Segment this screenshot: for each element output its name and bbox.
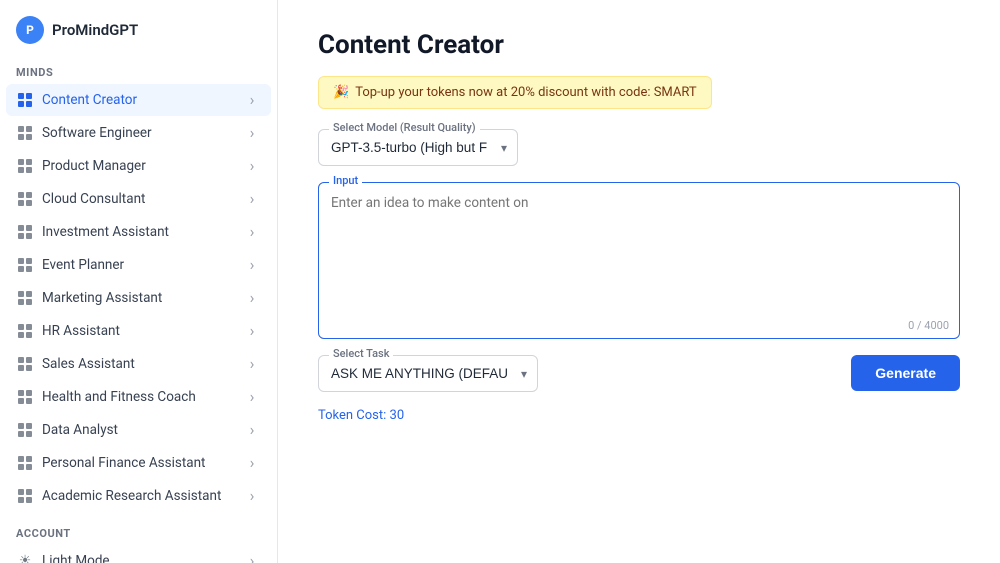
model-select-group: Select Model (Result Quality) GPT-3.5-tu… bbox=[318, 129, 960, 166]
chevron-icon-light-mode bbox=[245, 554, 259, 563]
grid-icon-event-planner bbox=[16, 256, 34, 274]
account-section-label: Account bbox=[0, 517, 277, 544]
chevron-icon-cloud-consultant bbox=[245, 192, 259, 206]
sidebar-item-health-fitness-coach[interactable]: Health and Fitness Coach bbox=[6, 381, 271, 413]
sidebar-item-cloud-consultant[interactable]: Cloud Consultant bbox=[6, 183, 271, 215]
sidebar-label-light-mode: Light Mode bbox=[42, 553, 245, 563]
minds-list: Content Creator Software Engineer Produc… bbox=[0, 83, 277, 513]
grid-icon-data-analyst bbox=[16, 421, 34, 439]
task-select[interactable]: ASK ME ANYTHING (DEFAULT)Blog PostSocial… bbox=[319, 356, 537, 391]
sidebar-item-content-creator[interactable]: Content Creator bbox=[6, 84, 271, 116]
sidebar-item-investment-assistant[interactable]: Investment Assistant bbox=[6, 216, 271, 248]
sidebar-item-personal-finance[interactable]: Personal Finance Assistant bbox=[6, 447, 271, 479]
grid-icon-investment-assistant bbox=[16, 223, 34, 241]
sidebar-label-academic-research: Academic Research Assistant bbox=[42, 488, 245, 504]
logo-icon: P bbox=[16, 16, 44, 44]
promo-text: Top-up your tokens now at 20% discount w… bbox=[355, 85, 696, 100]
sidebar-item-academic-research[interactable]: Academic Research Assistant bbox=[6, 480, 271, 512]
grid-icon-content-creator bbox=[16, 91, 34, 109]
chevron-icon-software-engineer bbox=[245, 126, 259, 140]
sidebar-item-sales-assistant[interactable]: Sales Assistant bbox=[6, 348, 271, 380]
sidebar-label-product-manager: Product Manager bbox=[42, 158, 245, 174]
input-group: Input 0 / 4000 bbox=[318, 182, 960, 339]
chevron-icon-hr-assistant bbox=[245, 324, 259, 338]
chevron-icon-marketing-assistant bbox=[245, 291, 259, 305]
chevron-icon-investment-assistant bbox=[245, 225, 259, 239]
model-select-wrapper: Select Model (Result Quality) GPT-3.5-tu… bbox=[318, 129, 518, 166]
account-list: ☀ Light Mode 😊 Get Help 👤 Signup / Login bbox=[0, 544, 277, 563]
sidebar-label-cloud-consultant: Cloud Consultant bbox=[42, 191, 245, 207]
sidebar-label-data-analyst: Data Analyst bbox=[42, 422, 245, 438]
logo-text: ProMindGPT bbox=[52, 21, 138, 39]
input-textarea[interactable] bbox=[319, 183, 959, 313]
chevron-icon-health-fitness-coach bbox=[245, 390, 259, 404]
sidebar-label-event-planner: Event Planner bbox=[42, 257, 245, 273]
model-label: Select Model (Result Quality) bbox=[329, 121, 480, 134]
input-textarea-wrapper: Input 0 / 4000 bbox=[318, 182, 960, 339]
char-count: 0 / 4000 bbox=[319, 317, 959, 338]
minds-section-label: Minds bbox=[0, 56, 277, 83]
sidebar-item-product-manager[interactable]: Product Manager bbox=[6, 150, 271, 182]
sidebar: P ProMindGPT Minds Content Creator Softw… bbox=[0, 0, 278, 563]
main-content: Content Creator 🎉 Top-up your tokens now… bbox=[278, 0, 1000, 563]
chevron-icon-personal-finance bbox=[245, 456, 259, 470]
sidebar-label-software-engineer: Software Engineer bbox=[42, 125, 245, 141]
sidebar-item-hr-assistant[interactable]: HR Assistant bbox=[6, 315, 271, 347]
grid-icon-product-manager bbox=[16, 157, 34, 175]
sidebar-label-sales-assistant: Sales Assistant bbox=[42, 356, 245, 372]
sidebar-item-light-mode[interactable]: ☀ Light Mode bbox=[6, 545, 271, 563]
light-mode-icon: ☀ bbox=[16, 552, 34, 563]
grid-icon-marketing-assistant bbox=[16, 289, 34, 307]
page-title: Content Creator bbox=[318, 30, 960, 60]
sidebar-label-content-creator: Content Creator bbox=[42, 92, 245, 108]
promo-banner: 🎉 Top-up your tokens now at 20% discount… bbox=[318, 76, 712, 109]
grid-icon-hr-assistant bbox=[16, 322, 34, 340]
logo-area: P ProMindGPT bbox=[0, 0, 277, 56]
chevron-icon-data-analyst bbox=[245, 423, 259, 437]
chevron-icon-event-planner bbox=[245, 258, 259, 272]
grid-icon-sales-assistant bbox=[16, 355, 34, 373]
input-label: Input bbox=[329, 174, 362, 187]
generate-button[interactable]: Generate bbox=[851, 355, 960, 391]
sidebar-item-software-engineer[interactable]: Software Engineer bbox=[6, 117, 271, 149]
task-label: Select Task bbox=[329, 347, 393, 360]
grid-icon-cloud-consultant bbox=[16, 190, 34, 208]
sidebar-label-marketing-assistant: Marketing Assistant bbox=[42, 290, 245, 306]
grid-icon-personal-finance bbox=[16, 454, 34, 472]
chevron-icon-academic-research bbox=[245, 489, 259, 503]
promo-icon: 🎉 bbox=[333, 85, 349, 100]
task-select-wrapper: Select Task ASK ME ANYTHING (DEFAULT)Blo… bbox=[318, 355, 538, 392]
grid-icon-academic-research bbox=[16, 487, 34, 505]
sidebar-label-investment-assistant: Investment Assistant bbox=[42, 224, 245, 240]
task-select-group: Select Task ASK ME ANYTHING (DEFAULT)Blo… bbox=[318, 355, 538, 392]
sidebar-item-data-analyst[interactable]: Data Analyst bbox=[6, 414, 271, 446]
model-select[interactable]: GPT-3.5-turbo (High but Fast)GPT-4 (Best… bbox=[319, 130, 517, 165]
chevron-icon-product-manager bbox=[245, 159, 259, 173]
sidebar-label-health-fitness-coach: Health and Fitness Coach bbox=[42, 389, 245, 405]
chevron-icon-content-creator bbox=[245, 93, 259, 107]
grid-icon-software-engineer bbox=[16, 124, 34, 142]
sidebar-label-personal-finance: Personal Finance Assistant bbox=[42, 455, 245, 471]
token-cost: Token Cost: 30 bbox=[318, 408, 960, 423]
sidebar-label-hr-assistant: HR Assistant bbox=[42, 323, 245, 339]
sidebar-item-marketing-assistant[interactable]: Marketing Assistant bbox=[6, 282, 271, 314]
sidebar-item-event-planner[interactable]: Event Planner bbox=[6, 249, 271, 281]
chevron-icon-sales-assistant bbox=[245, 357, 259, 371]
grid-icon-health-fitness-coach bbox=[16, 388, 34, 406]
